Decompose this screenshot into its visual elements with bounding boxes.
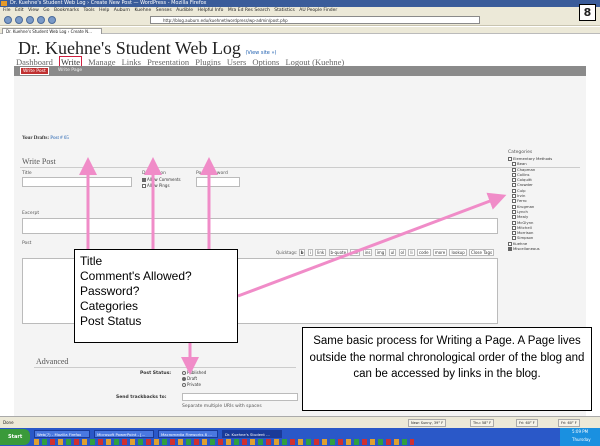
- weather-day-2[interactable]: Fri: 60° F: [516, 419, 538, 427]
- day-label: Thursday: [572, 437, 591, 442]
- annotation-line: Comment's Allowed?: [80, 269, 192, 283]
- arrow-to-categories: [237, 192, 507, 298]
- windows-taskbar: Start Web(7) - Mozilla Firefox Microsoft…: [0, 428, 600, 446]
- start-label: Start: [8, 434, 23, 440]
- weather-day-3[interactable]: Fri: 60° F: [558, 419, 580, 427]
- taskbar-item[interactable]: Macromedia Fireworks 8 ...: [158, 430, 218, 438]
- annotation-line: Title: [80, 254, 103, 268]
- annotation-line: Post Status: [80, 314, 142, 328]
- annotation-line: Categories: [80, 299, 139, 313]
- start-button[interactable]: Start: [0, 429, 30, 445]
- weather-day-1[interactable]: Thu: 58° F: [470, 419, 495, 427]
- taskbar-item[interactable]: Dr. Kuehne's Student ...: [222, 430, 282, 438]
- annotation-callout: Title Comment's Allowed? Password? Categ…: [74, 249, 238, 343]
- taskbar-item[interactable]: Microsoft PowerPoint - [...: [94, 430, 154, 438]
- quick-launch-icons[interactable]: [34, 439, 414, 445]
- system-tray: 5:09 PM Thursday: [560, 428, 600, 446]
- taskbar-item[interactable]: Web(7) - Mozilla Firefox: [34, 430, 90, 438]
- annotation-line: Password?: [80, 284, 140, 298]
- clock: 5:09 PM: [572, 429, 589, 434]
- status-text: Done: [3, 420, 14, 425]
- weather-now[interactable]: New: Sunny, 39° F: [408, 419, 447, 427]
- write-page-note: Same basic process for Writing a Page. A…: [302, 327, 592, 411]
- browser-status-bar: Done New: Sunny, 39° F Thu: 58° F Fri: 6…: [0, 416, 600, 428]
